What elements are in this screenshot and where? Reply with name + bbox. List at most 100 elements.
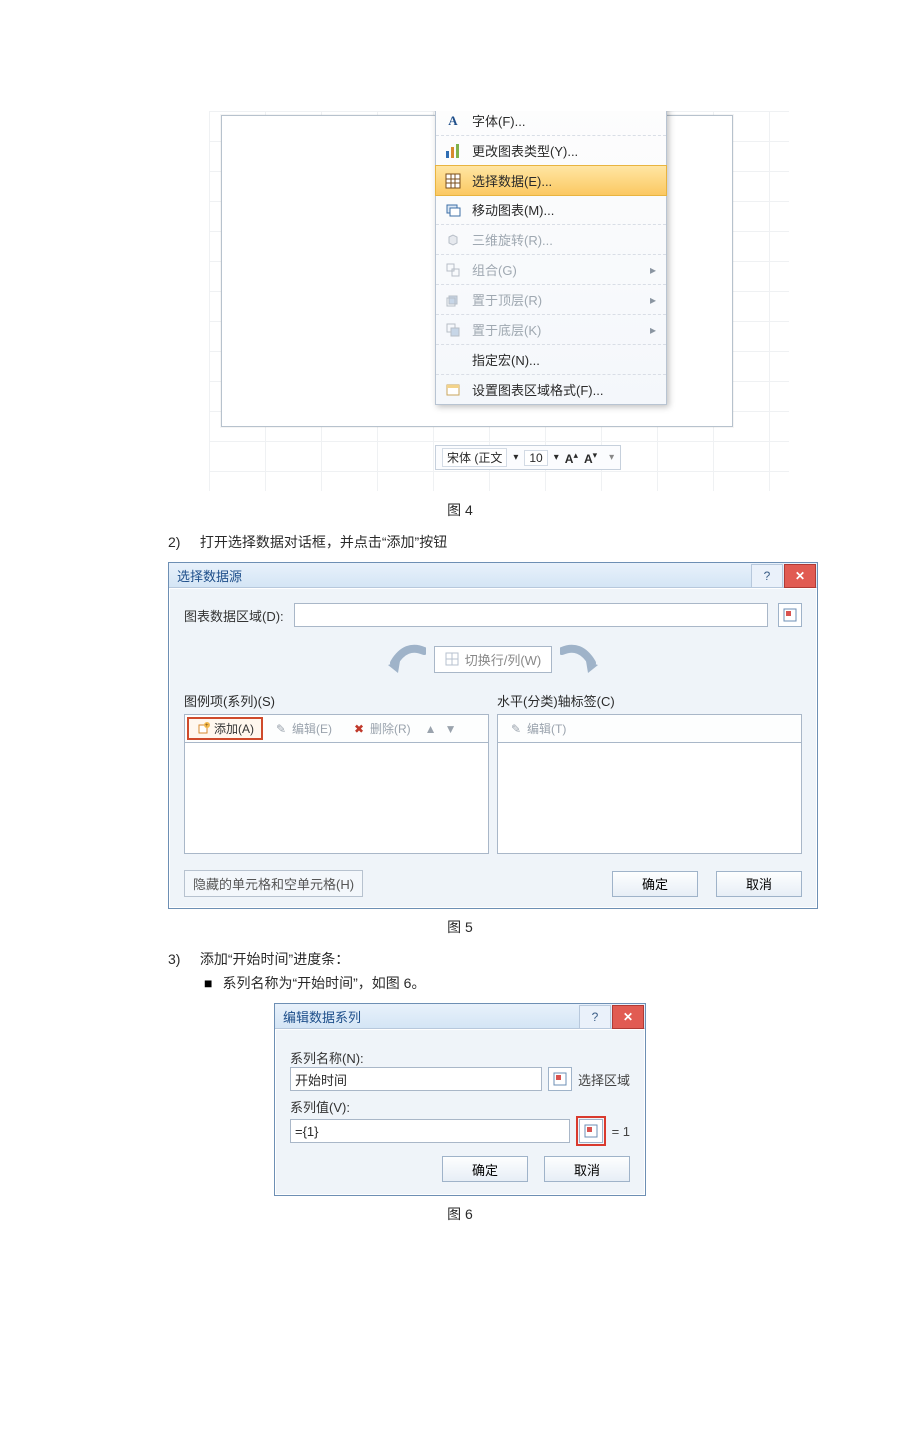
add-icon: + xyxy=(196,722,210,736)
menu-item-format-chart-area[interactable]: 设置图表区域格式(F)... xyxy=(436,375,666,404)
ok-button[interactable]: 确定 xyxy=(442,1156,528,1182)
cancel-button[interactable]: 取消 xyxy=(544,1156,630,1182)
menu-label: 三维旋转(R)... xyxy=(472,230,656,249)
table-icon xyxy=(444,172,462,190)
cube-icon xyxy=(444,231,462,249)
step-number: 3) xyxy=(168,951,196,967)
remove-series-button: ✖ 删除(R) xyxy=(343,717,420,740)
font-icon: A xyxy=(444,112,462,130)
menu-label: 字体(F)... xyxy=(472,111,656,130)
menu-label: 更改图表类型(Y)... xyxy=(472,141,656,160)
range-picker-button[interactable] xyxy=(548,1067,572,1091)
edit-axis-label: 编辑(T) xyxy=(527,720,566,737)
menu-item-font[interactable]: A 字体(F)... xyxy=(436,110,666,136)
edit-series-button: ✎ 编辑(E) xyxy=(265,717,341,740)
group-icon xyxy=(444,261,462,279)
bullet-item: 系列名称为“开始时间”，如图 6。 xyxy=(204,973,872,993)
x-icon: ✖ xyxy=(352,722,366,736)
blank-icon xyxy=(444,351,462,369)
highlighted-range-picker xyxy=(576,1116,606,1146)
submenu-arrow-icon: ▸ xyxy=(650,323,656,337)
submenu-arrow-icon: ▸ xyxy=(650,293,656,307)
dialog-title: 选择数据源 xyxy=(169,566,242,585)
range-picker-button[interactable] xyxy=(579,1119,603,1143)
chart-range-input[interactable] xyxy=(294,603,768,627)
step-number: 2) xyxy=(168,534,196,550)
swap-arrow-left-icon xyxy=(384,641,426,677)
axis-toolbar: ✎ 编辑(T) xyxy=(497,714,802,743)
figure-4-caption: 图 4 xyxy=(48,500,872,520)
menu-label: 置于顶层(R) xyxy=(472,290,640,309)
menu-label: 选择数据(E)... xyxy=(472,171,656,190)
format-icon xyxy=(444,381,462,399)
menu-label: 移动图表(M)... xyxy=(472,200,656,219)
series-name-label: 系列名称(N): xyxy=(290,1048,630,1067)
legend-listbox[interactable] xyxy=(184,742,489,854)
menu-label: 置于底层(K) xyxy=(472,320,640,339)
figure-4: A 字体(F)... 更改图表类型(Y)... 选择数据(E)... 移动图表 xyxy=(208,110,790,492)
series-name-input[interactable]: 开始时间 xyxy=(290,1067,542,1091)
submenu-arrow-icon: ▸ xyxy=(650,263,656,277)
axis-labels-header: 水平(分类)轴标签(C) xyxy=(497,691,802,710)
pencil-icon: ✎ xyxy=(274,722,288,736)
move-up-button: ▲ xyxy=(422,717,440,740)
dialog-title: 编辑数据系列 xyxy=(275,1007,361,1026)
mini-toolbar: 宋体 (正文▾ 10▾ A▴ A▾ ▾ xyxy=(435,445,621,470)
add-label: 添加(A) xyxy=(214,720,254,737)
series-values-input[interactable]: ={1} xyxy=(290,1119,570,1143)
range-picker-button[interactable] xyxy=(778,603,802,627)
move-chart-icon xyxy=(444,201,462,219)
send-back-icon xyxy=(444,321,462,339)
chart-context-menu: A 字体(F)... 更改图表类型(Y)... 选择数据(E)... 移动图表 xyxy=(435,110,667,405)
menu-label: 组合(G) xyxy=(472,260,640,279)
figure-6-caption: 图 6 xyxy=(48,1204,872,1224)
menu-item-move-chart[interactable]: 移动图表(M)... xyxy=(436,195,666,225)
pencil-icon: ✎ xyxy=(509,722,523,736)
close-button[interactable]: ✕ xyxy=(612,1005,644,1029)
swap-arrow-right-icon xyxy=(560,641,602,677)
series-values-preview: = 1 xyxy=(612,1124,630,1139)
menu-item-select-data[interactable]: 选择数据(E)... xyxy=(435,165,667,196)
menu-label: 设置图表区域格式(F)... xyxy=(472,380,656,399)
step-text: 添加“开始时间”进度条： xyxy=(200,951,349,967)
edit-data-series-dialog: 编辑数据系列 ? ✕ 系列名称(N): 开始时间 选择区域 系列值(V): xyxy=(274,1003,646,1196)
switch-row-column-button: 切换行/列(W) xyxy=(434,646,553,673)
menu-item-send-to-back: 置于底层(K) ▸ xyxy=(436,315,666,345)
menu-item-3d-rotation: 三维旋转(R)... xyxy=(436,225,666,255)
edit-axis-button: ✎ 编辑(T) xyxy=(500,717,575,740)
bars-icon xyxy=(444,142,462,160)
axis-listbox[interactable] xyxy=(497,742,802,854)
legend-toolbar: + 添加(A) ✎ 编辑(E) ✖ 删除(R) ▲ ▼ xyxy=(184,714,489,743)
dialog-titlebar: 编辑数据系列 ? ✕ xyxy=(275,1004,645,1029)
menu-item-change-chart-type[interactable]: 更改图表类型(Y)... xyxy=(436,136,666,166)
svg-text:+: + xyxy=(205,723,209,729)
close-button[interactable]: ✕ xyxy=(784,564,816,588)
add-series-button[interactable]: + 添加(A) xyxy=(187,717,263,740)
legend-entries-header: 图例项(系列)(S) xyxy=(184,691,489,710)
figure-5-caption: 图 5 xyxy=(48,917,872,937)
menu-label: 指定宏(N)... xyxy=(472,350,656,369)
chart-range-label: 图表数据区域(D): xyxy=(184,606,284,625)
cancel-button[interactable]: 取消 xyxy=(716,871,802,897)
font-size-combo[interactable]: 10 xyxy=(524,450,547,466)
menu-item-bring-to-front: 置于顶层(R) ▸ xyxy=(436,285,666,315)
bring-front-icon xyxy=(444,291,462,309)
move-down-button: ▼ xyxy=(442,717,460,740)
grow-font-button[interactable]: A▴ xyxy=(565,450,578,466)
select-data-source-dialog: 选择数据源 ? ✕ 图表数据区域(D): 切换行/列(W) xyxy=(168,562,818,909)
switch-label: 切换行/列(W) xyxy=(465,650,542,669)
ok-button[interactable]: 确定 xyxy=(612,871,698,897)
series-values-label: 系列值(V): xyxy=(290,1097,630,1116)
step-text: 打开选择数据对话框，并点击“添加”按钮 xyxy=(200,534,447,550)
hidden-cells-button[interactable]: 隐藏的单元格和空单元格(H) xyxy=(184,870,363,897)
series-name-preview: 选择区域 xyxy=(578,1070,630,1089)
help-button[interactable]: ? xyxy=(751,564,783,588)
font-name-combo[interactable]: 宋体 (正文 xyxy=(442,448,507,467)
shrink-font-button[interactable]: A▾ xyxy=(584,450,597,466)
menu-item-group: 组合(G) ▸ xyxy=(436,255,666,285)
remove-label: 删除(R) xyxy=(370,720,411,737)
edit-label: 编辑(E) xyxy=(292,720,332,737)
menu-item-assign-macro[interactable]: 指定宏(N)... xyxy=(436,345,666,375)
help-button[interactable]: ? xyxy=(579,1005,611,1029)
dialog-titlebar: 选择数据源 ? ✕ xyxy=(169,563,817,588)
